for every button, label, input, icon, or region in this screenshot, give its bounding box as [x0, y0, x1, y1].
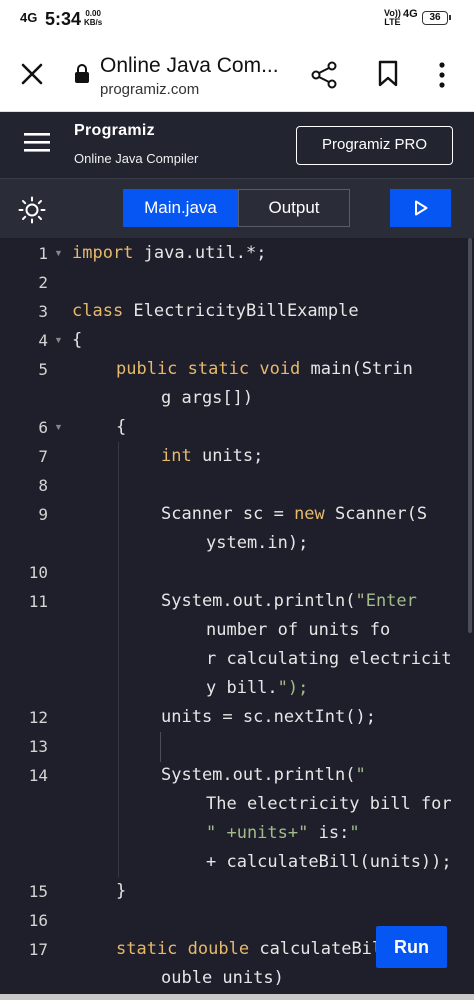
- line-number: 1: [38, 244, 48, 263]
- line-number: 3: [38, 302, 48, 321]
- code-line[interactable]: The electricity bill for: [206, 790, 452, 819]
- code-editor[interactable]: 1 ▼ 2 3 4 ▼ 5 6 ▼ 7 8 9 10 11 12 13 14 1…: [0, 238, 474, 1000]
- programiz-pro-button[interactable]: Programiz PRO: [296, 126, 453, 165]
- play-icon: [415, 200, 428, 216]
- line-number: 9: [38, 505, 48, 524]
- site-subtitle: Online Java Compiler: [74, 151, 199, 166]
- editor-tab-bar: Main.java Output: [0, 178, 474, 238]
- code-line[interactable]: y bill.");: [206, 674, 308, 703]
- line-number: 17: [28, 940, 48, 959]
- code-line[interactable]: {: [116, 413, 126, 442]
- fold-arrow-icon[interactable]: ▼: [54, 326, 64, 355]
- code-line[interactable]: " +units+" is:": [206, 819, 370, 848]
- code-line[interactable]: ystem.in);: [206, 529, 308, 558]
- network-speed: 0.00 KB/s: [84, 9, 102, 27]
- code-line[interactable]: import java.util.*;: [72, 239, 266, 268]
- line-number: 7: [38, 447, 48, 466]
- more-menu-icon[interactable]: [432, 60, 452, 90]
- bottom-edge: [0, 994, 474, 1000]
- share-icon[interactable]: [310, 61, 338, 89]
- tab-output[interactable]: Output: [238, 189, 350, 227]
- fold-arrow-icon[interactable]: ▼: [54, 239, 64, 268]
- page-url[interactable]: programiz.com: [100, 81, 199, 98]
- line-number: 15: [28, 882, 48, 901]
- run-button[interactable]: Run: [376, 926, 447, 968]
- battery-icon: 36: [422, 11, 451, 25]
- tab-main-java[interactable]: Main.java: [123, 189, 238, 227]
- cursor-line: [160, 732, 161, 762]
- code-line[interactable]: System.out.println("Enter: [161, 587, 427, 616]
- theme-toggle-sun-icon[interactable]: [18, 196, 46, 224]
- line-number: 6: [38, 418, 48, 437]
- code-line[interactable]: }: [116, 877, 126, 906]
- code-line[interactable]: + calculateBill(units));: [206, 848, 452, 877]
- status-time: 5:34: [45, 9, 82, 29]
- signal-indicator: 4G: [20, 10, 38, 25]
- fold-arrow-icon[interactable]: ▼: [54, 413, 64, 442]
- network-type: 4G: [403, 8, 418, 20]
- line-number: 8: [38, 476, 48, 495]
- code-line[interactable]: int units;: [161, 442, 263, 471]
- line-number: 4: [38, 331, 48, 350]
- close-icon[interactable]: [19, 61, 45, 87]
- browser-toolbar: Online Java Com... programiz.com: [0, 40, 474, 112]
- volte-indicator: Vo)) LTE: [384, 9, 401, 27]
- line-number: 12: [28, 708, 48, 727]
- indent-guide: [118, 442, 119, 877]
- code-line[interactable]: class ElectricityBillExample: [72, 297, 359, 326]
- page-title: Online Java Com...: [100, 54, 279, 77]
- line-number: 11: [28, 592, 48, 611]
- site-header: Programiz Online Java Compiler Programiz…: [0, 112, 474, 178]
- code-line[interactable]: ouble units): [161, 964, 284, 993]
- run-play-button[interactable]: [390, 189, 451, 227]
- programiz-logo[interactable]: Programiz: [74, 122, 155, 140]
- line-number: 10: [28, 563, 48, 582]
- code-line[interactable]: units = sc.nextInt();: [161, 703, 376, 732]
- lock-icon: [75, 64, 89, 83]
- lte-text: LTE: [384, 17, 401, 27]
- hamburger-menu-icon[interactable]: [24, 132, 50, 152]
- speed-unit: KB/s: [84, 18, 103, 27]
- bookmark-icon[interactable]: [377, 60, 399, 88]
- code-line[interactable]: g args[]): [161, 384, 253, 413]
- line-number: 5: [38, 360, 48, 379]
- code-line[interactable]: System.out.println(": [161, 761, 366, 790]
- code-line[interactable]: static double calculateBill(d: [116, 935, 413, 964]
- speed-value: 0.00: [85, 9, 101, 18]
- line-number: 14: [28, 766, 48, 785]
- code-line[interactable]: {: [72, 326, 82, 355]
- code-line[interactable]: r calculating electricit: [206, 645, 452, 674]
- line-number: 16: [28, 911, 48, 930]
- editor-scrollbar[interactable]: [468, 238, 472, 633]
- code-line[interactable]: Scanner sc = new Scanner(S: [161, 500, 427, 529]
- status-bar: 4G 5:34 0.00 KB/s Vo)) LTE 4G 36: [0, 0, 474, 40]
- code-line[interactable]: public static void main(Strin: [116, 355, 413, 384]
- line-number: 13: [28, 737, 48, 756]
- code-line[interactable]: number of units fo: [206, 616, 390, 645]
- line-number: 2: [38, 273, 48, 292]
